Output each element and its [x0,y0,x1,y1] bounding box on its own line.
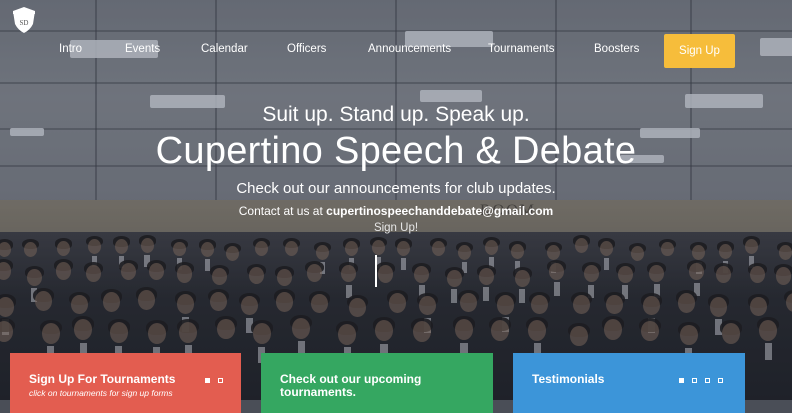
nav-item-officers[interactable]: Officers [287,43,326,55]
card-title: Check out our upcoming tournaments. [280,372,422,399]
pager-dot[interactable] [679,378,684,383]
pager-dot[interactable] [718,378,723,383]
nav-item-calendar[interactable]: Calendar [201,43,248,55]
card-pager [679,378,723,383]
card-upcoming-tournaments[interactable]: Check out our upcoming tournaments. [261,353,493,413]
hero-sign-up-link[interactable]: Sign Up! [0,222,792,234]
nav-item-events[interactable]: Events [125,43,160,55]
contact-email-link[interactable]: cupertinospeechanddebate@gmail.com [326,204,553,218]
card-subtitle: click on tournaments for sign up forms [29,388,173,398]
pager-dot[interactable] [705,378,710,383]
nav-item-announcements[interactable]: Announcements [368,43,451,55]
contact-line: Contact at us at cupertinospeechanddebat… [0,204,792,218]
hero-subtitle: Check out our announcements for club upd… [236,180,556,197]
pager-dot[interactable] [205,378,210,383]
card-title: Sign Up For Tournaments [29,372,176,386]
pager-dot[interactable] [218,378,223,383]
sign-up-button[interactable]: Sign Up [664,34,735,68]
scroll-indicator [375,255,377,287]
shield-logo-icon[interactable]: SD [12,6,36,34]
contact-prefix: Contact at us at [238,204,327,218]
logo-text: SD [20,19,29,27]
hero-tagline: Suit up. Stand up. Speak up. [262,103,530,126]
card-testimonials[interactable]: Testimonials [513,353,745,413]
hero-title: Cupertino Speech & Debate [155,130,637,172]
nav-item-boosters[interactable]: Boosters [594,43,639,55]
card-pager [205,378,223,383]
card-title: Testimonials [532,372,605,386]
card-sign-up-tournaments[interactable]: Sign Up For Tournaments click on tournam… [10,353,241,413]
pager-dot[interactable] [692,378,697,383]
nav-item-tournaments[interactable]: Tournaments [488,43,554,55]
nav-item-intro[interactable]: Intro [59,43,82,55]
